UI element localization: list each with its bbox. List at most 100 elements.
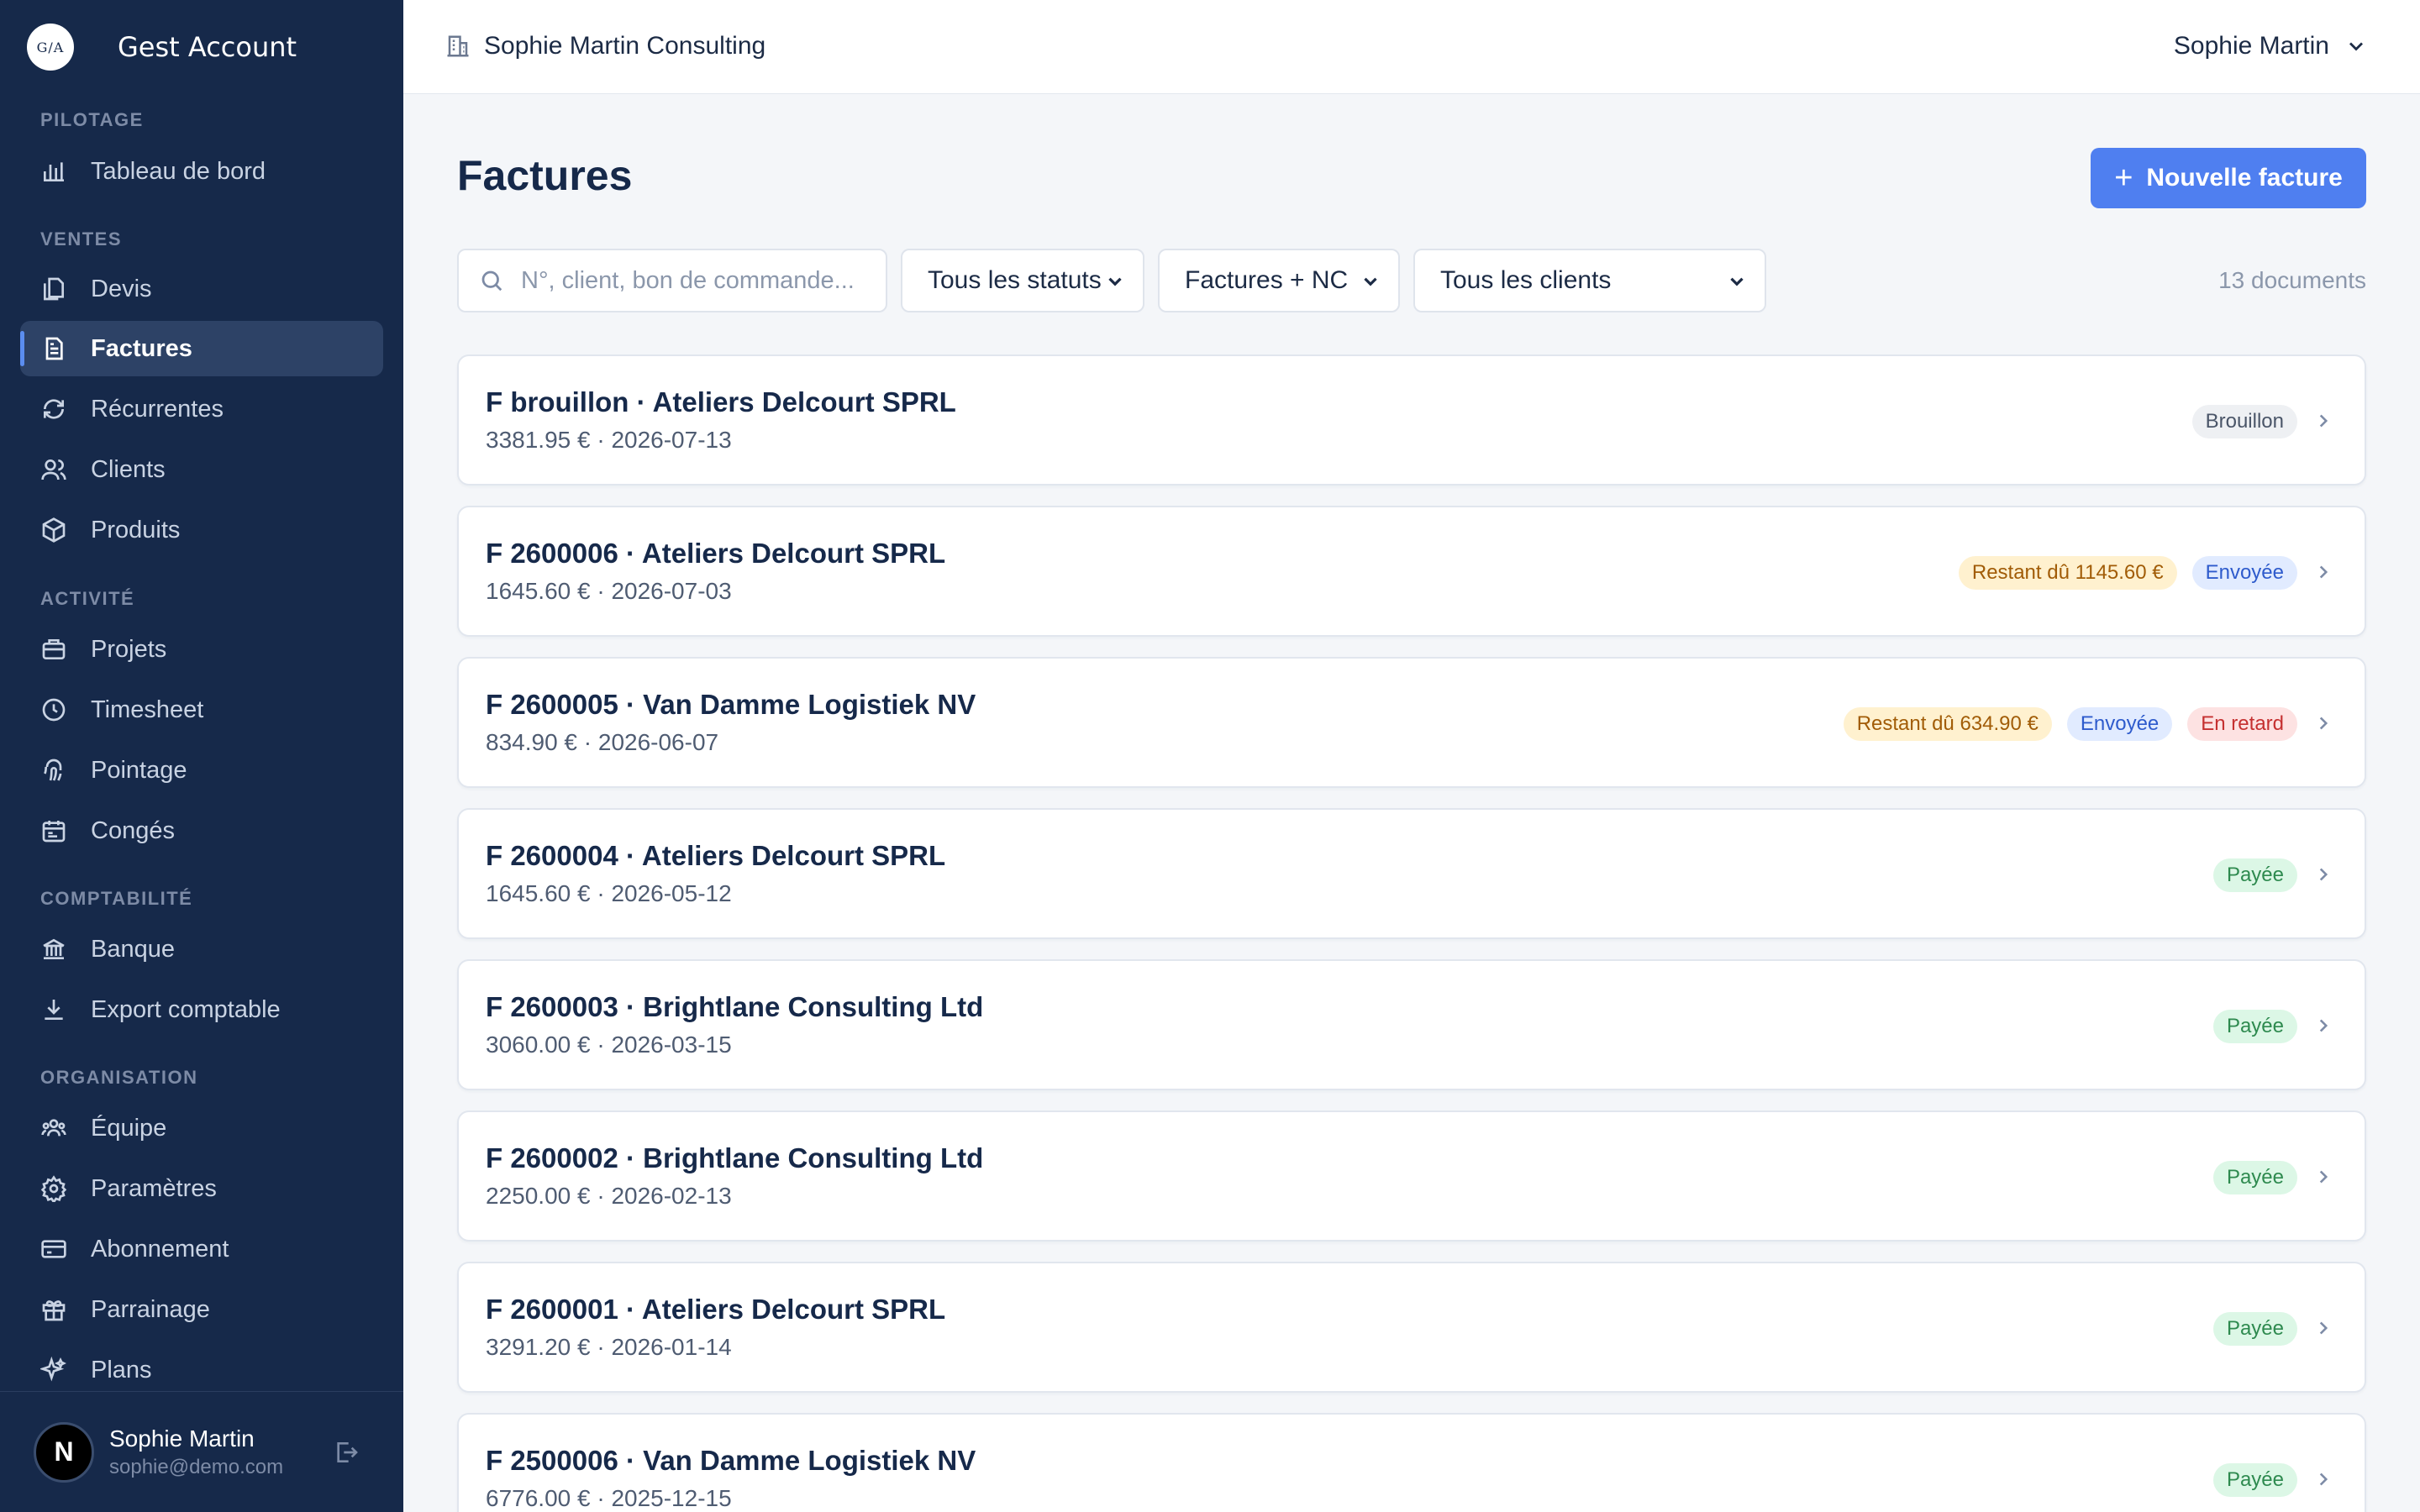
user-info: Sophie Martin sophie@demo.com	[109, 1425, 283, 1479]
status-badges: Payée	[2212, 1010, 2297, 1043]
invoice-amount-date: 834.90 € · 2026-06-07	[486, 729, 719, 755]
nav-section-activite: ACTIVITÉ	[40, 588, 135, 609]
status-badges: Restant dû 634.90 € Envoyée En retard	[1843, 707, 2297, 741]
invoice-row[interactable]: F 2600001 · Ateliers Delcourt SPRL 3291.2…	[457, 1262, 2366, 1393]
sidebar-item-label: Paramètres	[91, 1174, 217, 1202]
chevron-down-icon	[1104, 270, 1126, 292]
invoice-title: F 2600001 · Ateliers Delcourt SPRL	[486, 1294, 946, 1325]
sidebar-item-label: Plans	[91, 1356, 152, 1383]
sidebar-item-conges[interactable]: Congés	[20, 803, 383, 858]
invoice-icon	[40, 335, 67, 362]
sidebar-item-label: Factures	[91, 334, 192, 362]
document-count: 13 documents	[2218, 267, 2366, 293]
sidebar-item-label: Timesheet	[91, 696, 204, 723]
status-badge: Envoyée	[2066, 707, 2173, 741]
sidebar-item-abonnement[interactable]: Abonnement	[20, 1221, 383, 1277]
user-menu[interactable]: Sophie Martin	[2174, 32, 2368, 60]
sidebar-item-label: Pointage	[91, 756, 187, 784]
sidebar-item-export-comptable[interactable]: Export comptable	[20, 982, 383, 1037]
sidebar-item-label: Devis	[91, 275, 152, 302]
clock-icon	[40, 696, 67, 723]
type-filter-value: Factures + NC	[1185, 266, 1349, 294]
gift-icon	[40, 1296, 67, 1323]
logout-icon[interactable]	[333, 1439, 360, 1466]
bar-chart-icon	[40, 158, 67, 185]
invoice-row[interactable]: F 2600003 · Brightlane Consulting Ltd 306…	[457, 959, 2366, 1090]
invoice-title: F 2500006 · Van Damme Logistiek NV	[486, 1445, 976, 1476]
box-icon	[40, 517, 67, 543]
chevron-down-icon	[1726, 270, 1748, 292]
user-name: Sophie Martin	[109, 1425, 255, 1452]
chevron-right-icon	[2312, 1468, 2334, 1490]
type-filter[interactable]: Factures + NC	[1158, 249, 1400, 312]
sidebar-item-label: Projets	[91, 635, 167, 663]
sidebar: G/A Gest Account PILOTAGE Tableau de bor…	[0, 0, 403, 1512]
invoice-amount-date: 1645.60 € · 2026-07-03	[486, 578, 732, 604]
chevron-right-icon	[2312, 1015, 2334, 1037]
sidebar-item-label: Récurrentes	[91, 395, 224, 423]
status-badge: Envoyée	[2191, 556, 2297, 590]
invoice-row[interactable]: F 2600002 · Brightlane Consulting Ltd 225…	[457, 1110, 2366, 1242]
sidebar-item-parametres[interactable]: Paramètres	[20, 1161, 383, 1216]
status-filter[interactable]: Tous les statuts	[901, 249, 1144, 312]
new-invoice-label: Nouvelle facture	[2146, 164, 2343, 192]
status-badge: Payée	[2212, 1161, 2297, 1194]
brand-name: Gest Account	[118, 31, 297, 63]
new-invoice-button[interactable]: + Nouvelle facture	[2091, 148, 2366, 208]
sidebar-item-devis[interactable]: Devis	[20, 261, 383, 317]
invoice-row[interactable]: F 2600006 · Ateliers Delcourt SPRL 1645.6…	[457, 506, 2366, 637]
invoice-amount-date: 6776.00 € · 2025-12-15	[486, 1485, 732, 1511]
status-badges: Payée	[2212, 1161, 2297, 1194]
invoice-row[interactable]: F 2500006 · Van Damme Logistiek NV 6776.0…	[457, 1413, 2366, 1512]
status-badge: Payée	[2212, 858, 2297, 892]
sidebar-item-label: Abonnement	[91, 1235, 229, 1263]
sidebar-item-recurrentes[interactable]: Récurrentes	[20, 381, 383, 437]
invoice-title: F 2600006 · Ateliers Delcourt SPRL	[486, 538, 946, 569]
sidebar-item-tableau-de-bord[interactable]: Tableau de bord	[20, 144, 383, 199]
page-title: Factures	[457, 152, 633, 199]
status-badge: Payée	[2212, 1463, 2297, 1497]
sidebar-item-label: Tableau de bord	[91, 157, 266, 185]
search-input[interactable]	[521, 266, 857, 295]
calendar-icon	[40, 817, 67, 844]
chevron-right-icon	[2312, 1166, 2334, 1188]
user-menu-label: Sophie Martin	[2173, 32, 2329, 60]
sidebar-item-timesheet[interactable]: Timesheet	[20, 682, 383, 738]
invoice-title: F 2600004 · Ateliers Delcourt SPRL	[486, 840, 946, 871]
invoice-row[interactable]: F 2600004 · Ateliers Delcourt SPRL 1645.6…	[457, 808, 2366, 939]
invoice-row[interactable]: F brouillon · Ateliers Delcourt SPRL 3381…	[457, 354, 2366, 486]
topbar: Sophie Martin Consulting Sophie Martin	[403, 0, 2420, 94]
client-filter[interactable]: Tous les clients	[1413, 249, 1766, 312]
brand-logo: G/A	[27, 24, 74, 71]
sidebar-item-plans[interactable]: Plans	[20, 1342, 383, 1398]
search-icon	[479, 268, 504, 293]
sidebar-item-banque[interactable]: Banque	[20, 921, 383, 977]
status-badge: Restant dû 1145.60 €	[1958, 556, 2177, 590]
chevron-right-icon	[2312, 561, 2334, 583]
briefcase-icon	[40, 636, 67, 663]
organization-name[interactable]: Sophie Martin Consulting	[484, 32, 765, 60]
status-badges: Restant dû 1145.60 € Envoyée	[1958, 556, 2297, 590]
brand[interactable]: G/A Gest Account	[27, 24, 297, 71]
invoice-row[interactable]: F 2600005 · Van Damme Logistiek NV 834.90…	[457, 657, 2366, 788]
gear-icon	[40, 1175, 67, 1202]
invoice-amount-date: 3060.00 € · 2026-03-15	[486, 1032, 732, 1058]
sidebar-item-projets[interactable]: Projets	[20, 622, 383, 677]
sidebar-item-equipe[interactable]: Équipe	[20, 1100, 383, 1156]
invoice-amount-date: 3381.95 € · 2026-07-13	[486, 427, 732, 453]
users-icon	[40, 456, 67, 483]
plus-icon: +	[2114, 160, 2133, 196]
sidebar-item-label: Export comptable	[91, 995, 281, 1023]
invoice-title: F 2600003 · Brightlane Consulting Ltd	[486, 991, 984, 1022]
sidebar-item-factures[interactable]: Factures	[20, 321, 383, 376]
sidebar-item-parrainage[interactable]: Parrainage	[20, 1282, 383, 1337]
invoice-title: F 2600002 · Brightlane Consulting Ltd	[486, 1142, 984, 1173]
invoice-amount-date: 3291.20 € · 2026-01-14	[486, 1334, 732, 1360]
search-field[interactable]	[457, 249, 887, 312]
avatar[interactable]: N	[34, 1421, 94, 1483]
sidebar-item-clients[interactable]: Clients	[20, 442, 383, 497]
sidebar-item-pointage[interactable]: Pointage	[20, 743, 383, 798]
sidebar-item-produits[interactable]: Produits	[20, 502, 383, 558]
status-badge: Payée	[2212, 1312, 2297, 1346]
sidebar-item-label: Équipe	[91, 1114, 167, 1142]
